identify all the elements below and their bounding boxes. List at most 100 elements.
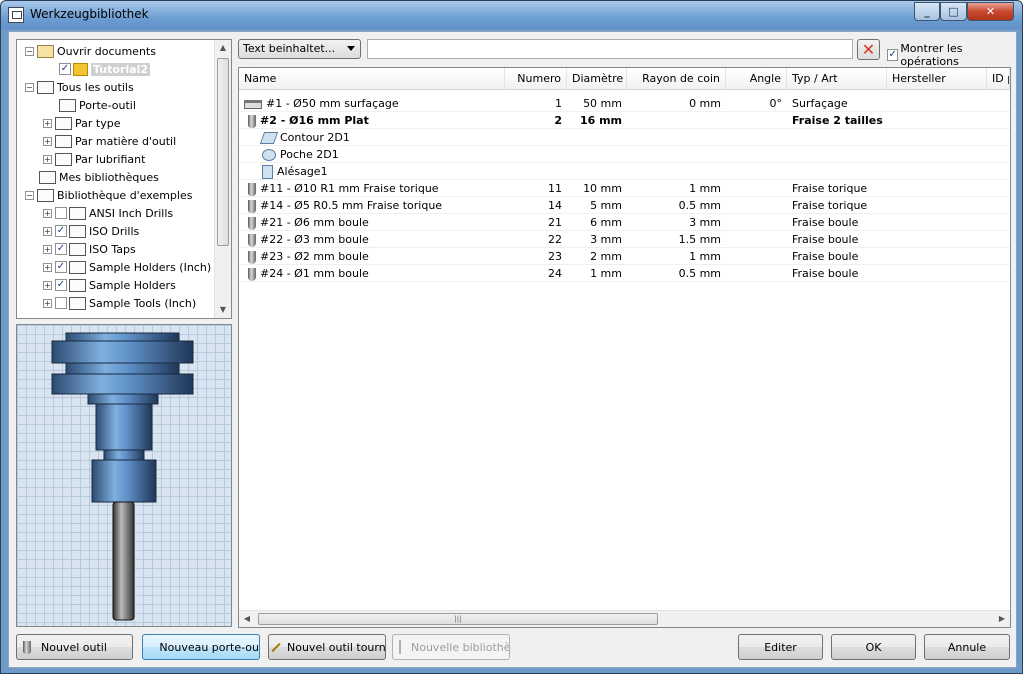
tree-item-sample-holders-inch[interactable]: + ✓ Sample Holders (Inch) (43, 258, 211, 276)
row-name: #24 - Ø1 mm boule (260, 267, 369, 280)
new-tool-button[interactable]: Nouvel outil (16, 634, 133, 660)
close-button[interactable]: ✕ (967, 2, 1014, 21)
tree-item-by-type[interactable]: + Par type (43, 114, 120, 132)
column-header-number[interactable]: Numero (505, 68, 567, 90)
expand-icon[interactable]: + (43, 298, 52, 308)
cell-name: Contour 2D1 (257, 129, 505, 146)
tree-item-by-material[interactable]: + Par matière d'outil (43, 132, 176, 150)
scroll-up-icon[interactable]: ▲ (215, 40, 231, 56)
search-input[interactable] (367, 39, 853, 59)
library-tree[interactable]: − Ouvrir documents ✓ Tutorial2 − Tous le… (16, 39, 232, 319)
tree-item-my-libraries[interactable]: Mes bibliothèques (39, 168, 159, 186)
table-row[interactable]: #11 - Ø10 R1 mm Fraise torique 11 10 mm … (239, 180, 1010, 197)
tree-item-sample-library[interactable]: − Bibliothèque d'exemples (25, 186, 192, 204)
expand-icon[interactable]: + (43, 280, 52, 290)
tree-item-ansi-inch-drills[interactable]: + ANSI Inch Drills (43, 204, 173, 222)
part-icon (73, 62, 88, 76)
column-header-vendor[interactable]: Hersteller (887, 68, 987, 90)
tree-checkbox[interactable] (55, 297, 67, 309)
tree-item-iso-taps[interactable]: + ✓ ISO Taps (43, 240, 136, 258)
column-header-diameter[interactable]: Diamètre (567, 68, 627, 90)
tree-item-label: Tous les outils (57, 80, 134, 94)
tree-checkbox[interactable] (55, 207, 67, 219)
table-row[interactable]: #2 - Ø16 mm Plat 2 16 mm Fraise 2 taille… (239, 112, 1010, 129)
library-icon (69, 278, 86, 292)
scroll-right-icon[interactable]: ▶ (994, 611, 1010, 627)
tree-item-sample-tools-inch[interactable]: + Sample Tools (Inch) (43, 294, 196, 312)
tree-checkbox[interactable]: ✓ (55, 225, 67, 237)
clear-filter-button[interactable]: ✕ (857, 39, 880, 60)
edit-button[interactable]: Editer (738, 634, 823, 660)
cell-type: Fraise boule (792, 267, 859, 280)
row-name: Poche 2D1 (280, 148, 339, 161)
new-library-button[interactable]: Nouvelle bibliothè (392, 634, 510, 660)
scrollbar-thumb[interactable] (217, 58, 229, 246)
column-header-corner-radius[interactable]: Rayon de coin (627, 68, 726, 90)
show-operations-toggle[interactable]: ✓ Montrer les opérations (887, 42, 1016, 68)
cancel-button[interactable]: Annule (924, 634, 1010, 660)
scroll-left-icon[interactable]: ◀ (239, 611, 255, 627)
table-row[interactable]: #21 - Ø6 mm boule 21 6 mm 3 mm Fraise bo… (239, 214, 1010, 231)
cell-corner-radius: 0.5 mm (678, 199, 721, 212)
show-operations-checkbox[interactable]: ✓ (887, 49, 899, 61)
cell-name: #21 - Ø6 mm boule (243, 214, 505, 231)
table-row[interactable]: #22 - Ø3 mm boule 22 3 mm 1.5 mm Fraise … (239, 231, 1010, 248)
operation-row[interactable]: Contour 2D1 (239, 129, 1010, 146)
tree-item-all-tools[interactable]: − Tous les outils (25, 78, 134, 96)
row-name: #23 - Ø2 mm boule (260, 250, 369, 263)
tree-item-label: Sample Tools (Inch) (89, 296, 197, 310)
collapse-icon[interactable]: − (25, 46, 34, 56)
expand-icon[interactable]: + (43, 136, 52, 146)
tree-checkbox[interactable]: ✓ (55, 279, 67, 291)
table-row[interactable]: #23 - Ø2 mm boule 23 2 mm 1 mm Fraise bo… (239, 248, 1010, 265)
expand-icon[interactable]: + (43, 118, 52, 128)
tree-item-iso-drills[interactable]: + ✓ ISO Drills (43, 222, 139, 240)
tool-table[interactable]: Name Numero Diamètre Rayon de coin Angle… (238, 67, 1011, 628)
tree-item-label: Mes bibliothèques (59, 170, 159, 184)
scrollbar-thumb[interactable]: ||| (258, 613, 658, 625)
cell-diameter: 2 mm (590, 250, 622, 263)
tree-checkbox[interactable]: ✓ (59, 63, 71, 75)
expand-icon[interactable]: + (43, 262, 52, 272)
column-header-name[interactable]: Name (239, 68, 505, 90)
filter-icon (55, 152, 72, 166)
operation-row[interactable]: Poche 2D1 (239, 146, 1010, 163)
tree-scrollbar[interactable]: ▲ ▼ (214, 40, 231, 318)
clear-icon: ✕ (861, 40, 876, 59)
expand-icon[interactable]: + (43, 226, 52, 236)
column-header-angle[interactable]: Angle (726, 68, 787, 90)
tree-item-by-coolant[interactable]: + Par lubrifiant (43, 150, 145, 168)
title-bar[interactable]: Werkzeugbibliothek _ □ ✕ (1, 1, 1022, 29)
cell-diameter: 10 mm (583, 182, 622, 195)
scroll-down-icon[interactable]: ▼ (215, 302, 231, 318)
tree-item-open-documents[interactable]: − Ouvrir documents (25, 42, 156, 60)
table-horizontal-scrollbar[interactable]: ◀ ||| ▶ (239, 610, 1010, 627)
collapse-icon[interactable]: − (25, 190, 34, 200)
column-header-type[interactable]: Typ / Art (787, 68, 887, 90)
expand-icon[interactable]: + (43, 208, 52, 218)
minimize-button[interactable]: _ (914, 2, 940, 21)
ok-button[interactable]: OK (831, 634, 916, 660)
cell-number: 1 (555, 97, 562, 110)
column-header-id[interactable]: ID p (987, 68, 1010, 90)
table-row[interactable]: #14 - Ø5 R0.5 mm Fraise torique 14 5 mm … (239, 197, 1010, 214)
contour-operation-icon (259, 132, 279, 144)
tree-item-holders[interactable]: Porte-outil (59, 96, 136, 114)
operation-row[interactable]: Alésage1 (239, 163, 1010, 180)
table-row[interactable]: #24 - Ø1 mm boule 24 1 mm 0.5 mm Fraise … (239, 265, 1010, 282)
collapse-icon[interactable]: − (25, 82, 34, 92)
table-row[interactable]: #1 - Ø50 mm surfaçage 1 50 mm 0 mm 0° Su… (239, 95, 1010, 112)
tree-checkbox[interactable]: ✓ (55, 261, 67, 273)
tree-item-tutorial2[interactable]: ✓ Tutorial2 (59, 60, 150, 78)
tree-checkbox[interactable]: ✓ (55, 243, 67, 255)
new-holder-button[interactable]: Nouveau porte-ou (142, 634, 260, 660)
maximize-button[interactable]: □ (940, 2, 967, 21)
new-turning-tool-button[interactable]: Nouvel outil tourna (268, 634, 386, 660)
cell-angle (726, 214, 787, 231)
end-mill-icon (248, 114, 256, 128)
filter-mode-dropdown[interactable]: Text beinhaltet... (238, 39, 361, 59)
tree-item-sample-holders[interactable]: + ✓ Sample Holders (43, 276, 176, 294)
expand-icon[interactable]: + (43, 244, 52, 254)
expand-icon[interactable]: + (43, 154, 52, 164)
cell-number: 21 (548, 216, 562, 229)
